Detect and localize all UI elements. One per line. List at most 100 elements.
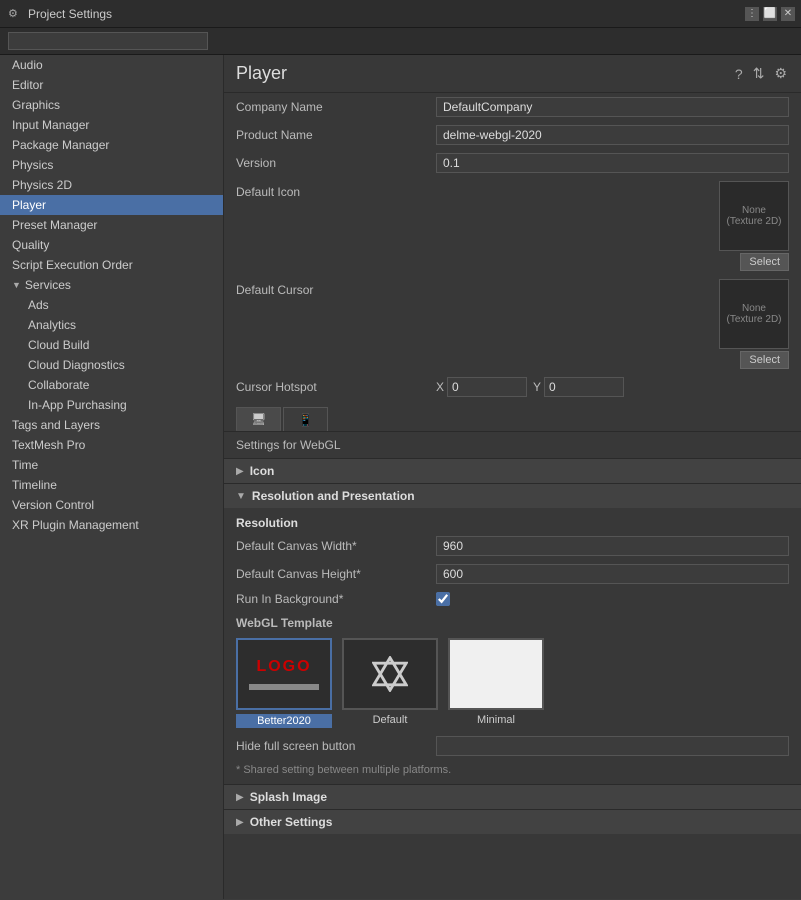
- company-name-label: Company Name: [236, 100, 436, 114]
- sidebar-item-label: Services: [25, 278, 71, 292]
- sidebar-item-collaborate[interactable]: Collaborate: [0, 375, 223, 395]
- default-icon-picker: None (Texture 2D) Select: [436, 181, 789, 271]
- search-bar: [0, 28, 801, 55]
- hide-fullscreen-label: Hide full screen button: [236, 739, 436, 753]
- sidebar-item-player[interactable]: Player: [0, 195, 223, 215]
- splash-image-section-header[interactable]: ▶ Splash Image: [224, 784, 801, 809]
- canvas-height-input[interactable]: [436, 564, 789, 584]
- template-name-default: Default: [373, 714, 408, 726]
- sidebar-item-graphics[interactable]: Graphics: [0, 95, 223, 115]
- sidebar-item-version-control[interactable]: Version Control: [0, 495, 223, 515]
- logo-text: LOGO: [256, 658, 311, 676]
- sidebar-item-physics-2d[interactable]: Physics 2D: [0, 175, 223, 195]
- sidebar-item-label: Cloud Diagnostics: [28, 358, 125, 372]
- default-cursor-label: Default Cursor: [236, 279, 436, 297]
- sidebar-item-label: In-App Purchasing: [28, 398, 127, 412]
- sidebar-item-ads[interactable]: Ads: [0, 295, 223, 315]
- resolution-section-header[interactable]: ▼ Resolution and Presentation: [224, 483, 801, 508]
- product-name-input[interactable]: [436, 125, 789, 145]
- sidebar-item-preset-manager[interactable]: Preset Manager: [0, 215, 223, 235]
- hotspot-y: Y: [533, 377, 624, 397]
- company-name-input[interactable]: [436, 97, 789, 117]
- help-icon-btn[interactable]: ?: [733, 63, 745, 84]
- canvas-width-input[interactable]: [436, 536, 789, 556]
- sidebar-item-label: Script Execution Order: [12, 258, 133, 272]
- sidebar-item-label: Input Manager: [12, 118, 89, 132]
- sidebar-item-xr-plugin-management[interactable]: XR Plugin Management: [0, 515, 223, 535]
- sidebar-item-editor[interactable]: Editor: [0, 75, 223, 95]
- hotspot-x-input[interactable]: [447, 377, 527, 397]
- hotspot-y-input[interactable]: [544, 377, 624, 397]
- sidebar-item-time[interactable]: Time: [0, 455, 223, 475]
- title-bar: ⚙ Project Settings ⋮ ⬜ ✕: [0, 0, 801, 28]
- sidebar-item-label: XR Plugin Management: [12, 518, 139, 532]
- sidebar-item-services[interactable]: ▼ Services: [0, 275, 223, 295]
- resolution-label: Resolution: [224, 512, 801, 532]
- sidebar-item-timeline[interactable]: Timeline: [0, 475, 223, 495]
- icon-section-header[interactable]: ▶ Icon: [224, 458, 801, 483]
- tab-mobile[interactable]: 📱: [283, 407, 328, 431]
- cursor-hotspot-row: Cursor Hotspot X Y: [224, 373, 801, 401]
- hotspot-x: X: [436, 377, 527, 397]
- default-icon-label: Default Icon: [236, 181, 436, 199]
- sidebar-item-audio[interactable]: Audio: [0, 55, 223, 75]
- template-options: LOGO Better2020: [224, 634, 801, 732]
- cursor-hotspot-fields: X Y: [436, 377, 789, 397]
- product-name-row: Product Name: [224, 121, 801, 149]
- maximize-btn[interactable]: ⬜: [763, 7, 777, 21]
- search-input[interactable]: [8, 32, 208, 50]
- content-area: Player ? ⇅ ⚙ Company Name Product Name V…: [224, 55, 801, 899]
- canvas-width-label: Default Canvas Width*: [236, 539, 436, 553]
- more-options-btn[interactable]: ⋮: [745, 7, 759, 21]
- other-settings-section-header[interactable]: ▶ Other Settings: [224, 809, 801, 834]
- better2020-preview: LOGO: [238, 640, 330, 708]
- sidebar-item-input-manager[interactable]: Input Manager: [0, 115, 223, 135]
- default-preview: [344, 640, 436, 708]
- run-in-background-row: Run In Background*: [224, 588, 801, 610]
- tab-webgl[interactable]: 🖥: [236, 407, 281, 431]
- sidebar-item-quality[interactable]: Quality: [0, 235, 223, 255]
- logo-bar: [249, 684, 319, 690]
- default-cursor-picker: None (Texture 2D) Select: [436, 279, 789, 369]
- sidebar-item-cloud-build[interactable]: Cloud Build: [0, 335, 223, 355]
- sidebar-item-script-execution-order[interactable]: Script Execution Order: [0, 255, 223, 275]
- sidebar-item-label: Time: [12, 458, 38, 472]
- default-icon-select-btn[interactable]: Select: [740, 253, 789, 271]
- sidebar-item-textmesh-pro[interactable]: TextMesh Pro: [0, 435, 223, 455]
- splash-section-arrow: ▶: [236, 792, 244, 803]
- settings-gear-btn[interactable]: ⚙: [772, 63, 789, 84]
- canvas-height-label: Default Canvas Height*: [236, 567, 436, 581]
- template-thumb-minimal: [448, 638, 544, 710]
- page-title: Player: [236, 63, 287, 84]
- version-input[interactable]: [436, 153, 789, 173]
- sidebar-item-label: Player: [12, 198, 46, 212]
- canvas-height-row: Default Canvas Height*: [224, 560, 801, 588]
- template-better2020[interactable]: LOGO Better2020: [236, 638, 332, 728]
- sidebar-item-physics[interactable]: Physics: [0, 155, 223, 175]
- sidebar-item-in-app-purchasing[interactable]: In-App Purchasing: [0, 395, 223, 415]
- settings-for-label: Settings for WebGL: [224, 432, 801, 458]
- default-cursor-box[interactable]: None (Texture 2D): [719, 279, 789, 349]
- x-label: X: [436, 380, 444, 394]
- sidebar-item-package-manager[interactable]: Package Manager: [0, 135, 223, 155]
- window-title: Project Settings: [28, 7, 112, 21]
- sidebar-item-label: Editor: [12, 78, 43, 92]
- default-icon-box[interactable]: None (Texture 2D): [719, 181, 789, 251]
- run-in-background-checkbox[interactable]: [436, 592, 450, 606]
- sidebar-item-cloud-diagnostics[interactable]: Cloud Diagnostics: [0, 355, 223, 375]
- template-minimal[interactable]: Minimal: [448, 638, 544, 728]
- sidebar-item-tags-and-layers[interactable]: Tags and Layers: [0, 415, 223, 435]
- sidebar-item-analytics[interactable]: Analytics: [0, 315, 223, 335]
- close-btn[interactable]: ✕: [781, 7, 795, 21]
- template-thumb-default: [342, 638, 438, 710]
- sidebar-item-label: Preset Manager: [12, 218, 97, 232]
- monitor-icon: 🖥: [251, 412, 266, 426]
- layout-icon-btn[interactable]: ⇅: [751, 63, 767, 84]
- shared-note: * Shared setting between multiple platfo…: [224, 760, 801, 780]
- resolution-section-content: Resolution Default Canvas Width* Default…: [224, 508, 801, 784]
- sidebar-item-label: Tags and Layers: [12, 418, 100, 432]
- default-cursor-select-btn[interactable]: Select: [740, 351, 789, 369]
- splash-section-title: Splash Image: [250, 790, 327, 804]
- resolution-section-title: Resolution and Presentation: [252, 489, 415, 503]
- template-default[interactable]: Default: [342, 638, 438, 728]
